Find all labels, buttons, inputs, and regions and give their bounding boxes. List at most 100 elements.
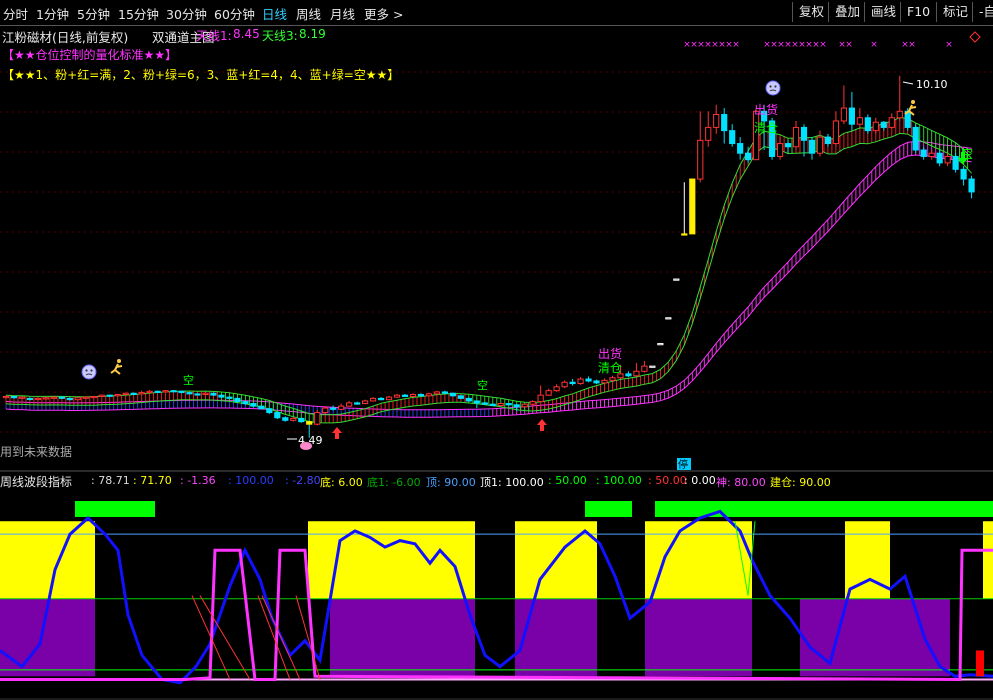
candle-body bbox=[896, 110, 903, 119]
candle-body bbox=[561, 381, 568, 388]
candle-body bbox=[258, 405, 265, 410]
candle-body bbox=[202, 392, 209, 396]
candle-body bbox=[952, 155, 959, 170]
candle-body bbox=[266, 408, 273, 414]
candle-body bbox=[872, 121, 879, 132]
period-tab-3[interactable]: 15分钟 bbox=[118, 4, 159, 23]
period-tab-1[interactable]: 1分钟 bbox=[36, 4, 69, 23]
candle-body bbox=[689, 178, 696, 235]
indicator-chart[interactable] bbox=[0, 488, 993, 700]
candle-body bbox=[186, 392, 193, 395]
candle-body bbox=[681, 233, 688, 236]
candle-body bbox=[194, 393, 201, 396]
candle-body bbox=[417, 394, 425, 397]
candle-body bbox=[553, 386, 560, 392]
signal-zone bbox=[75, 501, 155, 517]
candle-body bbox=[545, 390, 552, 396]
candle-body bbox=[729, 130, 736, 145]
candle-body bbox=[282, 417, 289, 421]
kong-label-1: 空 bbox=[183, 373, 194, 387]
top-marker: × bbox=[908, 40, 916, 50]
candle-body bbox=[98, 394, 105, 397]
candle-body bbox=[90, 395, 97, 399]
face-circle bbox=[765, 80, 781, 96]
candle-body bbox=[920, 149, 927, 157]
candle-body bbox=[18, 396, 26, 399]
face-circle bbox=[81, 364, 97, 380]
candle-body bbox=[82, 396, 89, 399]
candle-body bbox=[362, 400, 369, 405]
candle-body bbox=[673, 278, 680, 281]
candle-body bbox=[601, 379, 608, 384]
bear-zone bbox=[845, 598, 950, 677]
ribbon-edge-upper bbox=[5, 140, 972, 411]
toolbar-button-5[interactable]: -自 bbox=[972, 2, 993, 22]
top-marker: × bbox=[870, 40, 878, 50]
candle-body bbox=[832, 120, 840, 145]
period-tab-8[interactable]: 月线 bbox=[330, 4, 355, 23]
period-tab-5[interactable]: 60分钟 bbox=[214, 4, 255, 23]
candle-body bbox=[657, 343, 664, 346]
candle-body bbox=[824, 136, 832, 145]
candle-body bbox=[218, 394, 225, 398]
period-tab-7[interactable]: 周线 bbox=[296, 4, 321, 23]
candle-body bbox=[66, 397, 73, 401]
candle-body bbox=[585, 378, 592, 382]
candle-body bbox=[10, 395, 18, 399]
candle-body bbox=[322, 407, 329, 414]
candle-body bbox=[577, 378, 584, 385]
signal-zone bbox=[585, 501, 632, 517]
face-eye bbox=[769, 85, 772, 88]
candle-body bbox=[753, 110, 760, 161]
candle-body bbox=[609, 377, 616, 381]
trend-stroke bbox=[199, 595, 251, 680]
candle-body bbox=[290, 417, 297, 421]
candle-body bbox=[928, 152, 935, 157]
candle-body bbox=[505, 403, 512, 406]
candle-body bbox=[633, 370, 640, 377]
period-tab-4[interactable]: 30分钟 bbox=[166, 4, 207, 23]
toolbar-button-0[interactable]: 复权 bbox=[792, 2, 830, 22]
candle-body bbox=[713, 114, 720, 128]
bull-zone bbox=[983, 521, 993, 599]
candle-body bbox=[314, 412, 321, 425]
candle-body bbox=[409, 394, 417, 397]
toolbar-button-1[interactable]: 叠加 bbox=[828, 2, 866, 22]
candle-body bbox=[497, 403, 504, 406]
candle-body bbox=[808, 139, 816, 154]
toolbar-button-2[interactable]: 画线 bbox=[864, 2, 902, 22]
face-eye bbox=[85, 369, 88, 372]
up-arrow-icon bbox=[537, 419, 547, 431]
candle-body bbox=[298, 417, 305, 423]
toolbar-button-3[interactable]: F10 bbox=[900, 2, 936, 22]
ribbon-edge-lower bbox=[5, 132, 972, 424]
top-marker: × bbox=[819, 40, 827, 50]
indicator-value-4: : -2.80 bbox=[285, 474, 321, 487]
period-tab-2[interactable]: 5分钟 bbox=[77, 4, 110, 23]
period-tab-0[interactable]: 分时 bbox=[3, 4, 28, 23]
candle-body bbox=[401, 394, 409, 397]
candle-body bbox=[210, 392, 217, 396]
candle-body bbox=[338, 405, 345, 410]
indicator-value-11: : 50.00 bbox=[648, 474, 687, 487]
candle-body bbox=[122, 392, 129, 396]
bear-zone bbox=[645, 598, 752, 677]
candle-body bbox=[625, 373, 632, 377]
up-arrow-icon bbox=[332, 427, 342, 439]
period-tab-9[interactable]: 更多 > bbox=[364, 4, 403, 23]
candle-body bbox=[330, 407, 337, 410]
toolbar-button-4[interactable]: 标记 bbox=[936, 2, 974, 22]
candle-body bbox=[745, 152, 752, 161]
top-marker: × bbox=[732, 40, 740, 50]
candle-body bbox=[784, 143, 792, 148]
indicator-value-2: : -1.36 bbox=[180, 474, 216, 487]
candle-body bbox=[912, 126, 919, 151]
ting-label: 停 bbox=[678, 458, 688, 471]
main-chart[interactable]: × × × × × × × × × × × × × × × × × × × × × × ×10.104.49空 空空出货清仓出… bbox=[0, 26, 993, 472]
indicator-value-1: : 71.70 bbox=[133, 474, 172, 487]
period-tab-6[interactable]: 日线 bbox=[262, 4, 287, 23]
candle-body bbox=[641, 365, 648, 372]
candle-body bbox=[944, 155, 951, 164]
candle-body bbox=[346, 402, 353, 407]
runner-head bbox=[117, 359, 121, 363]
